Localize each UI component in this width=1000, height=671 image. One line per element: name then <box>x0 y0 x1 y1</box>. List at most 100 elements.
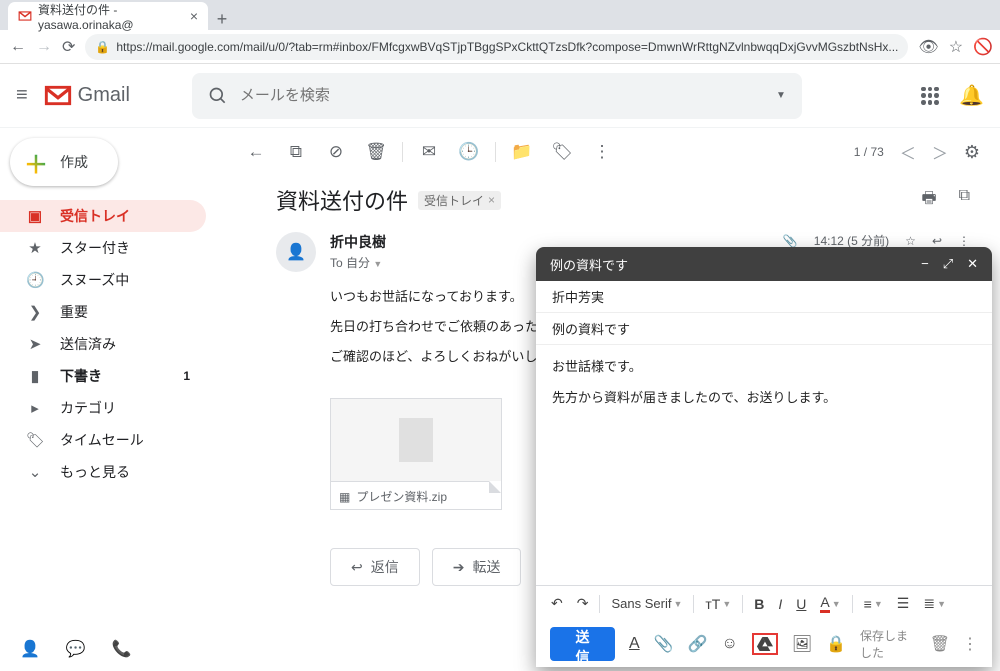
notifications-icon[interactable]: 🔔 <box>959 83 984 108</box>
back-button[interactable]: ← <box>10 38 26 56</box>
chevron-down-icon: ⌄ <box>26 463 44 481</box>
to-line[interactable]: To 自分 ▼ <box>330 254 386 271</box>
apps-grid-icon[interactable] <box>921 87 939 105</box>
label-icon: 🏷 <box>26 431 44 449</box>
maximize-icon[interactable]: ⤢ <box>943 256 953 272</box>
sidebar-item-sent[interactable]: ➤送信済み <box>0 328 206 360</box>
browser-tab[interactable]: 資料送付の件 - yasawa.orinaka@ × <box>8 2 208 30</box>
insert-photo-icon[interactable]: 🖼 <box>792 634 812 654</box>
redo-icon[interactable]: ↷ <box>572 593 594 614</box>
gmail-favicon <box>18 10 32 22</box>
text-size-icon[interactable]: тT ▼ <box>700 594 736 614</box>
next-page-icon[interactable]: ＞ <box>932 140 948 164</box>
prev-page-icon[interactable]: ＜ <box>900 140 916 164</box>
spam-icon[interactable]: ⊘ <box>316 142 356 162</box>
phone-icon[interactable]: 📞 <box>112 639 132 659</box>
more-message-icon[interactable]: ⋮ <box>958 234 970 248</box>
eye-icon[interactable]: 👁 <box>918 37 938 57</box>
chip-remove-icon[interactable]: × <box>488 193 495 207</box>
caret-right-icon: ▸ <box>26 399 44 417</box>
clock-icon: 🕘 <box>26 271 44 289</box>
insert-drive-icon[interactable] <box>752 633 778 655</box>
gmail-logo[interactable]: Gmail <box>44 84 130 107</box>
compose-title: 例の資料です <box>550 255 628 274</box>
italic-icon[interactable]: I <box>773 594 787 614</box>
text-color-icon[interactable]: A ▼ <box>815 592 845 615</box>
label-chip[interactable]: 受信トレイ× <box>418 191 501 210</box>
back-arrow-icon[interactable]: ← <box>236 142 276 162</box>
labels-icon[interactable]: 🏷 <box>542 142 582 162</box>
compose-to-field[interactable]: 折中芳実 <box>536 281 992 313</box>
format-toggle-icon[interactable]: A <box>629 635 640 653</box>
attachment-indicator-icon: 📎 <box>783 234 798 248</box>
sidebar-item-timesale[interactable]: 🏷タイムセール <box>0 424 206 456</box>
minimize-icon[interactable]: − <box>921 256 929 272</box>
reload-button[interactable]: ⟳ <box>62 37 75 57</box>
important-icon: ❯ <box>26 303 44 321</box>
sidebar-item-snoozed[interactable]: 🕘スヌーズ中 <box>0 264 206 296</box>
snooze-icon[interactable]: 🕒 <box>449 142 489 162</box>
bold-icon[interactable]: B <box>749 594 769 614</box>
details-dropdown-icon[interactable]: ▼ <box>373 259 382 269</box>
confidential-icon[interactable]: 🔒 <box>826 634 846 654</box>
compose-titlebar[interactable]: 例の資料です − ⤢ ✕ <box>536 247 992 281</box>
main-menu-icon[interactable]: ≡ <box>16 84 28 107</box>
mail-subject: 資料送付の件 <box>276 184 408 216</box>
compose-more-icon[interactable]: ⋮ <box>962 634 978 654</box>
blocker-icon[interactable]: 🚫 <box>973 37 993 57</box>
avatar[interactable]: 👤 <box>276 232 316 272</box>
link-icon[interactable]: 🔗 <box>688 634 708 654</box>
search-box[interactable]: ▼ <box>192 73 802 119</box>
hangouts-icon[interactable]: 💬 <box>66 639 86 659</box>
attachment-name: プレゼン資料.zip <box>356 488 447 505</box>
sidebar-item-categories[interactable]: ▸カテゴリ <box>0 392 206 424</box>
discard-icon[interactable]: 🗑 <box>930 634 950 654</box>
attach-icon[interactable]: 📎 <box>654 634 674 654</box>
reply-button[interactable]: ↩返信 <box>330 548 420 586</box>
archive-icon[interactable]: ⧉ <box>276 142 316 162</box>
forward-button[interactable]: ➔転送 <box>432 548 522 586</box>
undo-icon[interactable]: ↶ <box>546 593 568 614</box>
star-message-icon[interactable]: ☆ <box>905 234 916 248</box>
contacts-icon[interactable]: 👤 <box>20 639 40 659</box>
font-picker[interactable]: Sans Serif ▼ <box>606 594 687 613</box>
sidebar-item-more[interactable]: ⌄もっと見る <box>0 456 206 488</box>
sender-name: 折中良樹 <box>330 232 386 252</box>
star-icon[interactable]: ☆ <box>949 37 963 57</box>
close-compose-icon[interactable]: ✕ <box>967 256 978 272</box>
search-input[interactable] <box>240 87 764 104</box>
compose-button[interactable]: ＋ 作成 <box>10 138 118 186</box>
popout-icon[interactable]: ⧉ <box>959 187 970 214</box>
plus-icon: ＋ <box>24 145 48 180</box>
underline-icon[interactable]: U <box>791 594 811 614</box>
delete-icon[interactable]: 🗑 <box>356 142 396 162</box>
bullet-list-icon[interactable]: ≣ ▼ <box>918 593 951 614</box>
address-bar[interactable]: 🔒 https://mail.google.com/mail/u/0/?tab=… <box>85 34 908 60</box>
compose-body[interactable]: お世話様です。 先方から資料が届きましたので、お送りします。 <box>536 345 992 585</box>
search-options-icon[interactable]: ▼ <box>776 90 786 101</box>
sidebar-item-drafts[interactable]: ▮下書き1 <box>0 360 206 392</box>
new-tab-button[interactable]: + <box>208 9 236 30</box>
sidebar-item-inbox[interactable]: ▣受信トレイ <box>0 200 206 232</box>
inbox-icon: ▣ <box>26 207 44 225</box>
numbered-list-icon[interactable]: ☰ <box>892 593 915 614</box>
align-icon[interactable]: ≡ ▼ <box>859 594 888 614</box>
format-toolbar: ↶ ↷ Sans Serif ▼ тT ▼ B I U A ▼ ≡ ▼ ☰ ≣ … <box>536 585 992 621</box>
emoji-icon[interactable]: ☺ <box>721 635 737 653</box>
print-icon[interactable]: 🖶 <box>921 187 936 214</box>
sent-icon: ➤ <box>26 335 44 353</box>
sidebar-item-starred[interactable]: ★スター付き <box>0 232 206 264</box>
more-icon[interactable]: ⋮ <box>582 142 622 162</box>
mark-unread-icon[interactable]: ✉ <box>409 142 449 162</box>
compose-subject-field[interactable]: 例の資料です <box>536 313 992 345</box>
move-icon[interactable]: 📁 <box>502 142 542 162</box>
attachment-card[interactable]: ▦プレゼン資料.zip <box>330 398 502 510</box>
reply-icon[interactable]: ↩ <box>932 234 942 248</box>
close-tab-icon[interactable]: × <box>190 8 198 24</box>
send-button[interactable]: 送信 <box>550 627 615 661</box>
sidebar-item-important[interactable]: ❯重要 <box>0 296 206 328</box>
search-icon[interactable] <box>208 86 228 106</box>
forward-button[interactable]: → <box>36 38 52 56</box>
brand-text: Gmail <box>78 84 130 107</box>
settings-gear-icon[interactable]: ⚙ <box>964 142 980 163</box>
